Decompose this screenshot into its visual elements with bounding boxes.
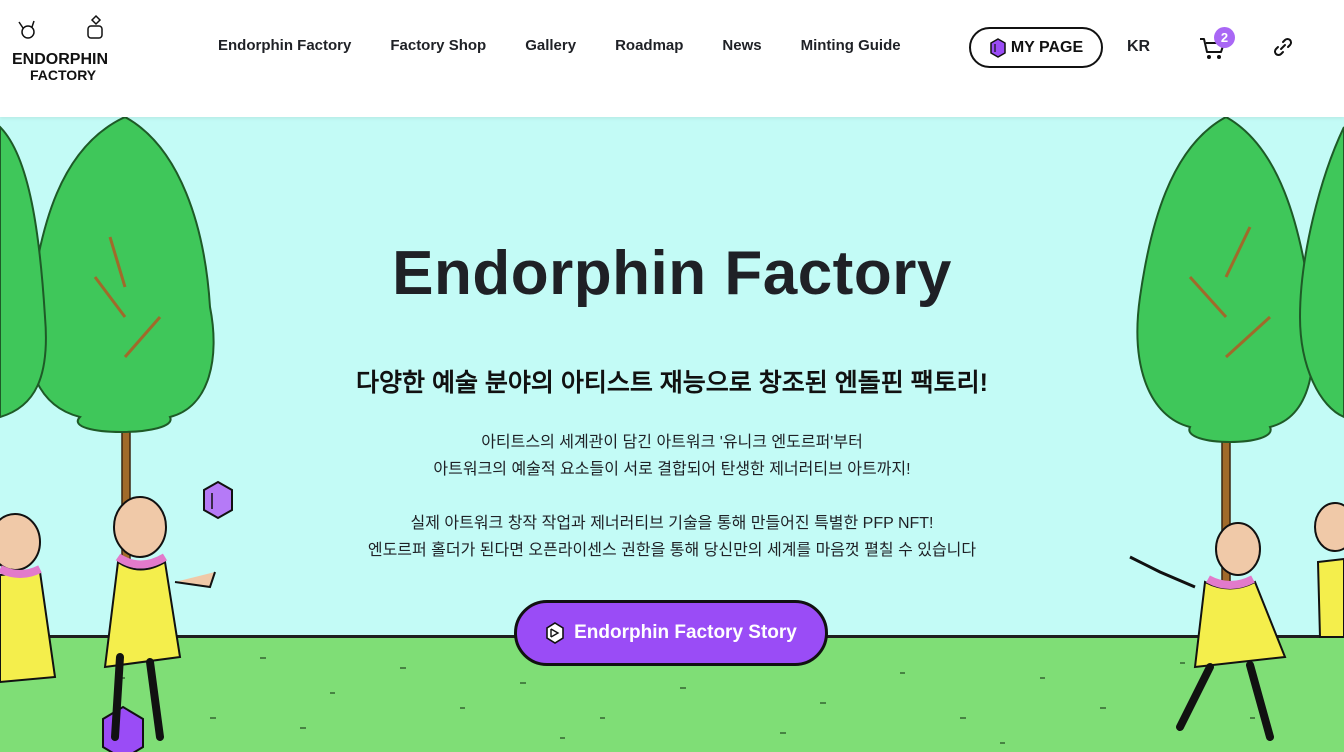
hero-description: 아티트스의 세계관이 담긴 아트워크 '유니크 엔도르퍼'부터 아트워크의 예술… xyxy=(0,429,1344,564)
nav-endorphin-factory[interactable]: Endorphin Factory xyxy=(218,37,351,54)
hero-title: Endorphin Factory xyxy=(392,239,952,308)
main-nav: Endorphin Factory Factory Shop Gallery R… xyxy=(218,37,940,54)
nav-news[interactable]: News xyxy=(722,37,761,54)
story-button-label: Endorphin Factory Story xyxy=(574,622,797,643)
nav-roadmap[interactable]: Roadmap xyxy=(615,37,683,54)
my-page-label: MY PAGE xyxy=(1010,38,1084,56)
gem-icon xyxy=(990,37,1006,58)
nav-minting-guide[interactable]: Minting Guide xyxy=(801,37,901,54)
hero-section: Endorphin Factory 다양한 예술 분야의 아티스트 재능으로 창… xyxy=(0,117,1344,752)
ground-gem-icon xyxy=(102,705,144,752)
endorphin-factory-story-button[interactable]: Endorphin Factory Story xyxy=(514,600,828,666)
hero-desc-line: 실제 아트워크 창작 작업과 제너러티브 기술을 통해 만들어진 특별한 PFP… xyxy=(410,515,934,532)
link-icon[interactable] xyxy=(1273,37,1293,57)
hero-desc-line: 엔도르퍼 홀더가 된다면 오픈라이센스 권한을 통해 당신만의 세계를 마음껏 … xyxy=(367,542,977,559)
hero-desc-line: 아티트스의 세계관이 담긴 아트워크 '유니크 엔도르퍼'부터 xyxy=(481,434,863,451)
gem-icon xyxy=(546,622,564,644)
cart-count-badge: 2 xyxy=(1214,27,1235,48)
endorphin-factory-logo[interactable]: ENDORPHIN FACTORY xyxy=(8,12,120,84)
hero-subtitle: 다양한 예술 분야의 아티스트 재능으로 창조된 엔돌핀 팩토리! xyxy=(356,369,988,397)
language-toggle[interactable]: KR xyxy=(1127,38,1150,56)
site-header: ENDORPHIN FACTORY Endorphin Factory Fact… xyxy=(0,0,1344,117)
nav-gallery[interactable]: Gallery xyxy=(525,37,576,54)
hero-desc-line: 아트워크의 예술적 요소들이 서로 결합되어 탄생한 제너러티브 아트까지! xyxy=(433,461,911,478)
svg-text:FACTORY: FACTORY xyxy=(30,67,97,83)
grass-texture xyxy=(40,657,1255,744)
my-page-button[interactable]: MY PAGE xyxy=(969,27,1103,68)
svg-text:ENDORPHIN: ENDORPHIN xyxy=(12,51,108,68)
nav-factory-shop[interactable]: Factory Shop xyxy=(390,37,486,54)
